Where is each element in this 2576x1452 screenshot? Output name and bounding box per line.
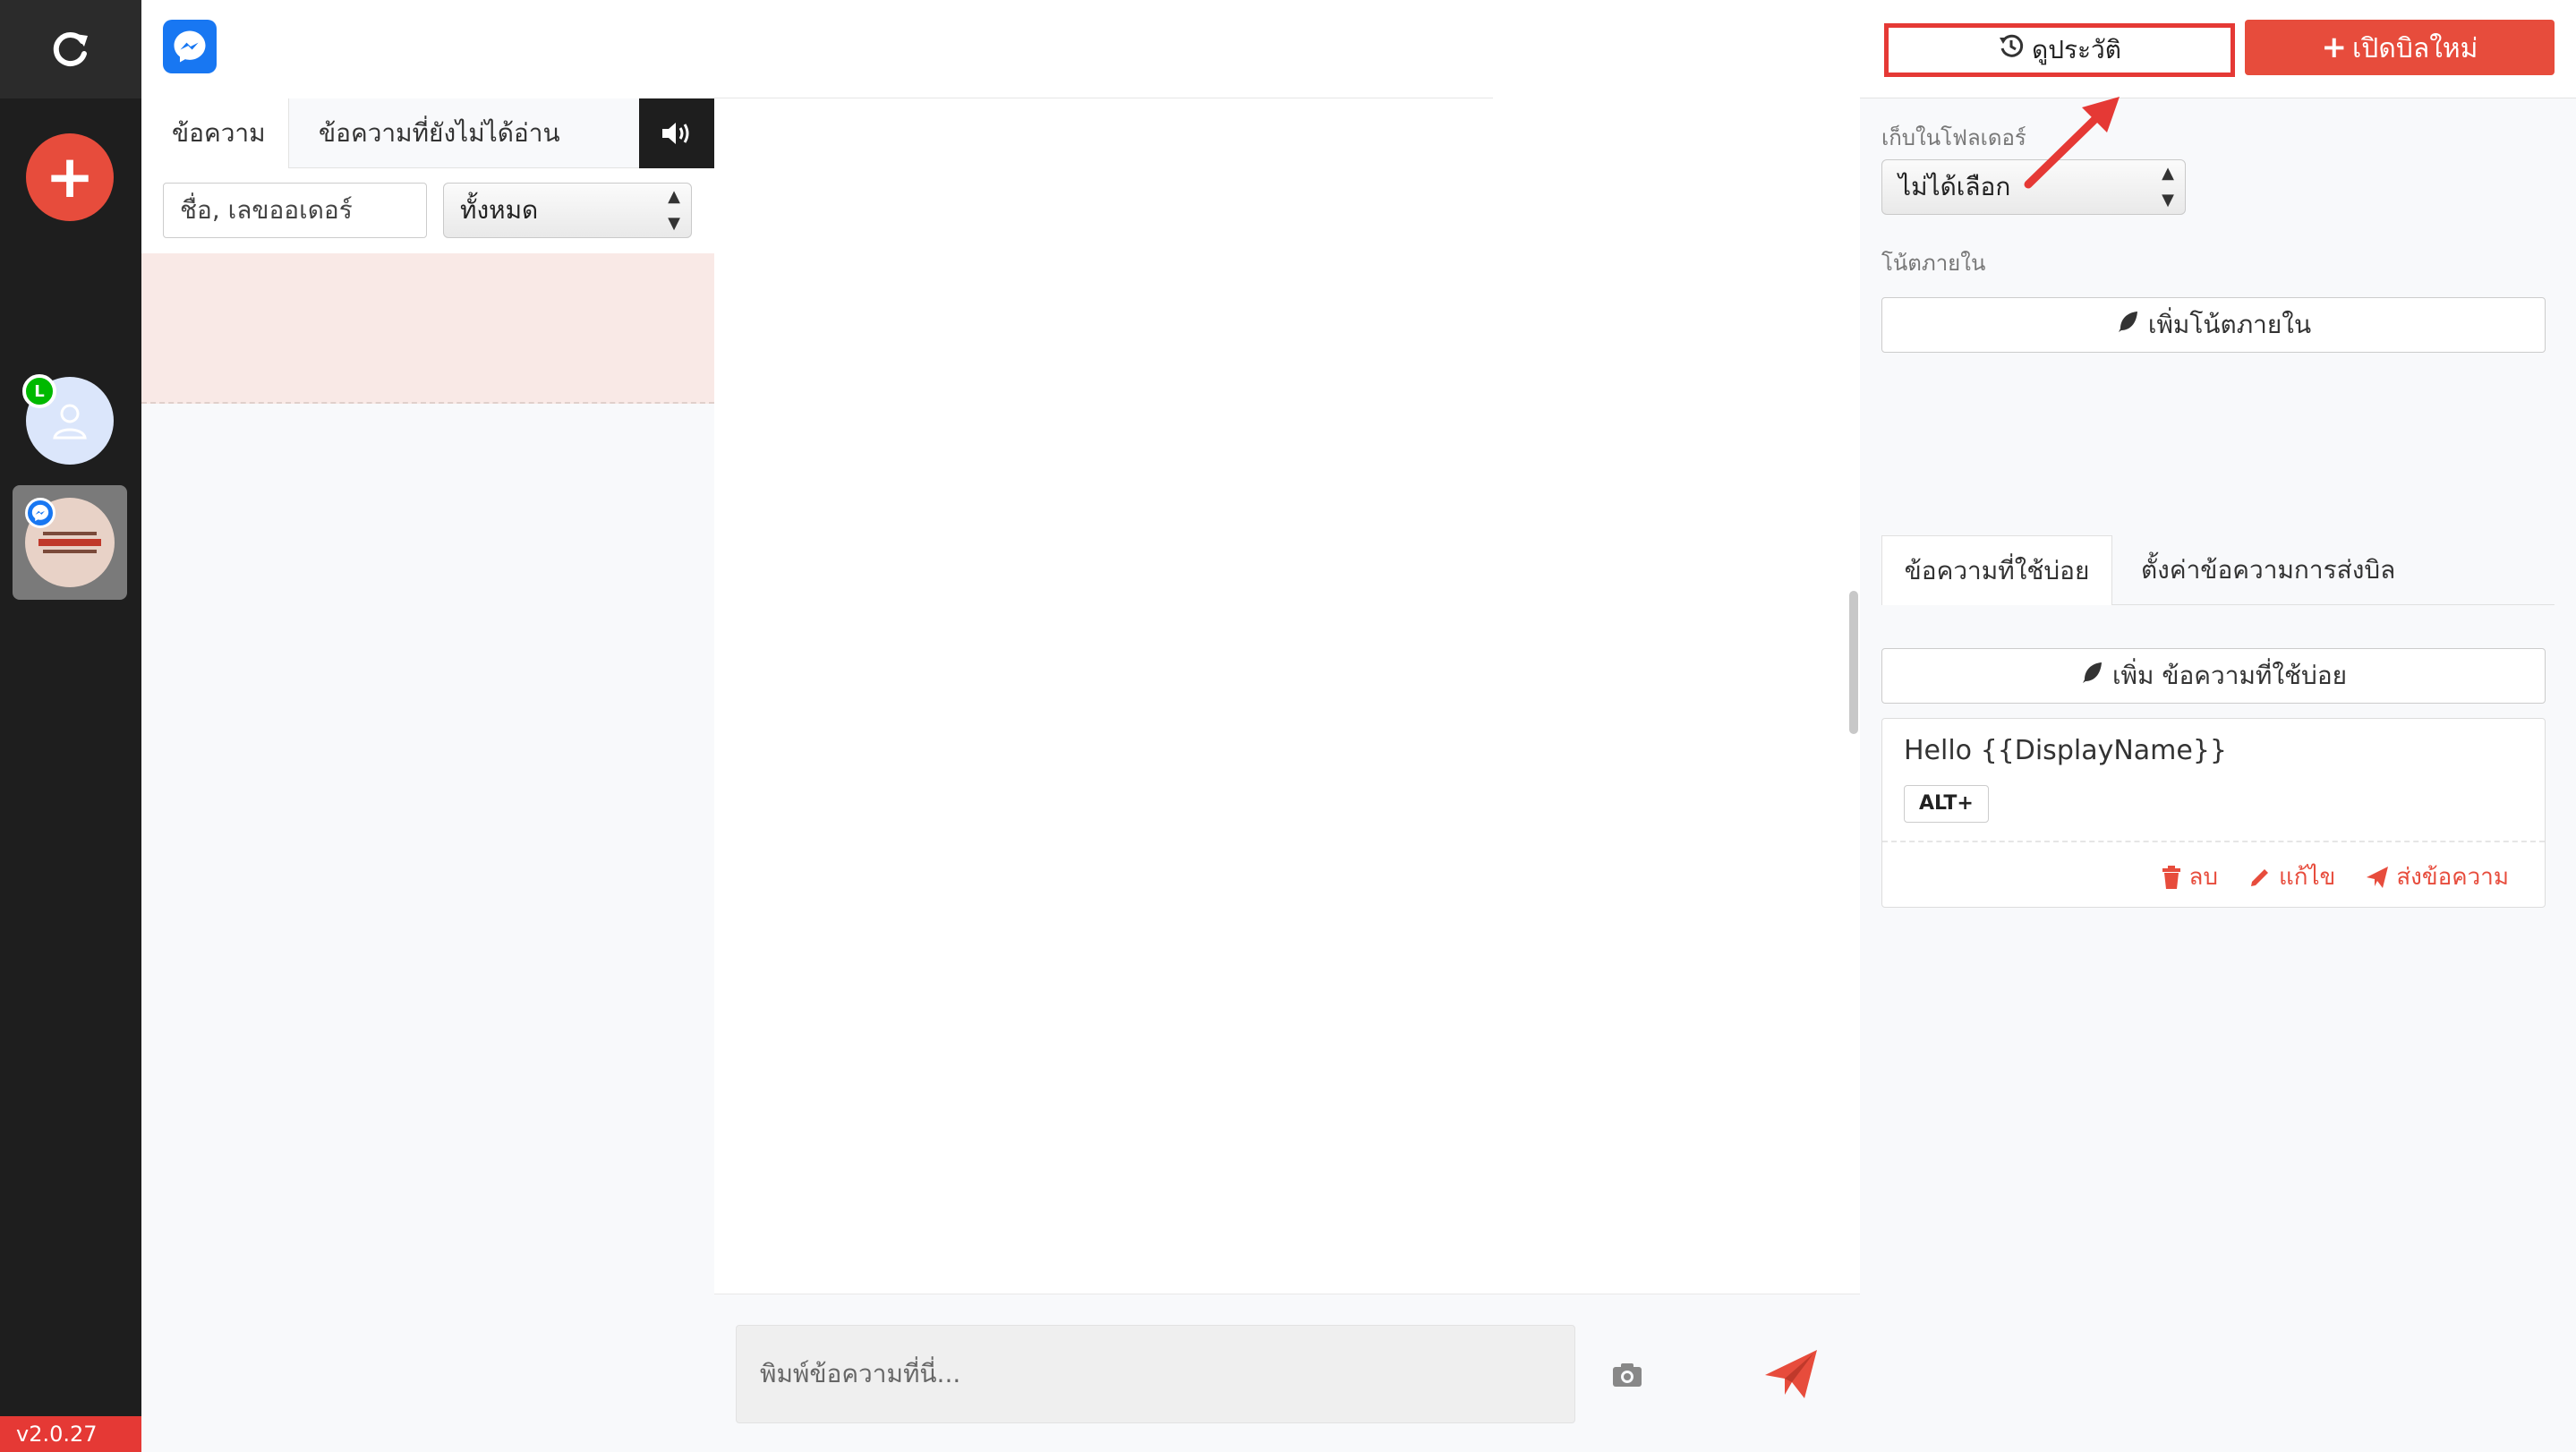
filter-select-value: ทั้งหมด	[460, 195, 539, 225]
view-history-label: ดูประวัติ	[2032, 35, 2121, 64]
internal-note-label: โน้ตภายใน	[1881, 251, 1986, 276]
search-row: ชื่อ, เลขออเดอร์ ทั้งหมด ▲ ▼	[141, 168, 714, 253]
card-divider	[1882, 841, 2545, 842]
tab-frequent-messages[interactable]: ข้อความที่ใช้บ่อย	[1881, 535, 2112, 605]
plus-icon: +	[2321, 30, 2348, 65]
rail-top	[0, 0, 141, 98]
annotation-arrow-icon	[2024, 97, 2120, 189]
frequent-message-text: Hello {{DisplayName}}	[1904, 735, 2228, 766]
folder-label: เก็บในโฟลเดอร์	[1881, 125, 2026, 150]
shortcut-badge: ALT+	[1904, 785, 1989, 823]
right-header: ดูประวัติ + เปิดบิลใหม่	[1860, 0, 2576, 98]
feather-icon	[2080, 650, 2105, 704]
left-rail: + L v2.0.27	[0, 0, 141, 1452]
history-icon	[1998, 29, 2025, 73]
conversation-item[interactable]	[141, 253, 714, 404]
speaker-svg	[662, 123, 689, 144]
camera-icon[interactable]	[1609, 1357, 1645, 1393]
line-badge-icon: L	[22, 374, 56, 408]
list-header	[141, 0, 714, 98]
tab-messages[interactable]: ข้อความ	[141, 98, 289, 168]
chat-header	[714, 0, 1493, 98]
messenger-badge-icon	[25, 498, 55, 528]
send-message-button[interactable]: ส่งข้อความ	[2366, 858, 2509, 895]
view-history-button[interactable]: ดูประวัติ	[1884, 23, 2235, 77]
conversation-list-panel: ข้อความ ข้อความที่ยังไม่ได้อ่าน ชื่อ, เล…	[141, 0, 714, 1452]
add-conversation-button[interactable]: +	[26, 133, 114, 221]
folder-select-value: ไม่ได้เลือก	[1898, 172, 2011, 201]
feather-icon	[2116, 299, 2141, 353]
chat-panel: พิมพ์ข้อความที่นี่...	[714, 0, 1860, 1452]
card-actions: ลบ แก้ไข ส่งข้อความ	[2161, 858, 2509, 895]
edit-message-button[interactable]: แก้ไข	[2248, 858, 2335, 895]
delete-message-button[interactable]: ลบ	[2161, 858, 2218, 895]
speaker-icon[interactable]	[639, 98, 714, 168]
open-new-bill-label: เปิดบิลใหม่	[2352, 33, 2478, 64]
add-internal-note-button[interactable]: เพิ่มโน้ตภายใน	[1881, 297, 2546, 353]
delete-message-label: ลบ	[2188, 864, 2218, 891]
app-root: + L v2.0.27 ข้อความ ข้อความที่ยังไม่ได้อ…	[0, 0, 2576, 1452]
add-frequent-message-label: เพิ่ม ข้อความที่ใช้บ่อย	[2111, 661, 2348, 690]
select-arrows-icon: ▲ ▼	[668, 187, 680, 233]
tab-unread-messages[interactable]: ข้อความที่ยังไม่ได้อ่าน	[319, 98, 659, 168]
send-icon	[2367, 866, 2389, 888]
trash-icon	[2162, 865, 2180, 889]
plus-icon: +	[45, 142, 95, 211]
messenger-icon	[31, 504, 49, 522]
send-message-label: ส่งข้อความ	[2396, 864, 2509, 891]
quick-reply-tabs: ข้อความที่ใช้บ่อย ตั้งค่าข้อความการส่งบิ…	[1881, 535, 2555, 605]
conversation-tabs: ข้อความ ข้อความที่ยังไม่ได้อ่าน	[141, 98, 714, 168]
edit-message-label: แก้ไข	[2278, 864, 2336, 891]
frequent-message-card: Hello {{DisplayName}} ALT+ ลบ แก้ไข ส่งข…	[1881, 718, 2546, 908]
chat-scrollbar[interactable]	[1849, 591, 1858, 734]
filter-select[interactable]: ทั้งหมด ▲ ▼	[443, 183, 692, 238]
messenger-icon[interactable]	[163, 20, 217, 73]
thumb-line	[43, 532, 97, 535]
search-input[interactable]: ชื่อ, เลขออเดอร์	[163, 183, 427, 238]
pencil-icon	[2250, 868, 2268, 886]
send-button[interactable]	[1761, 1345, 1821, 1404]
open-new-bill-button[interactable]: + เปิดบิลใหม่	[2245, 20, 2555, 75]
message-input[interactable]: พิมพ์ข้อความที่นี่...	[736, 1325, 1575, 1423]
customer-detail-panel: ดูประวัติ + เปิดบิลใหม่ เก็บในโฟลเดอร์ ไม…	[1860, 0, 2576, 1452]
refresh-icon[interactable]	[48, 27, 93, 72]
messenger-logo-svg	[174, 30, 206, 63]
thumb-banner	[38, 539, 101, 546]
select-arrows-icon: ▲ ▼	[2162, 164, 2174, 209]
refresh-icon-svg	[53, 32, 88, 67]
user-icon	[53, 404, 87, 440]
version-label: v2.0.27	[0, 1416, 141, 1452]
tab-bill-message-settings[interactable]: ตั้งค่าข้อความการส่งบิล	[2141, 535, 2395, 605]
send-icon	[1765, 1350, 1817, 1398]
thumb-line	[43, 550, 97, 553]
composer-bar: พิมพ์ข้อความที่นี่...	[714, 1294, 1860, 1452]
add-frequent-message-button[interactable]: เพิ่ม ข้อความที่ใช้บ่อย	[1881, 648, 2546, 704]
camera-svg	[1613, 1363, 1642, 1387]
add-internal-note-label: เพิ่มโน้ตภายใน	[2147, 310, 2312, 339]
